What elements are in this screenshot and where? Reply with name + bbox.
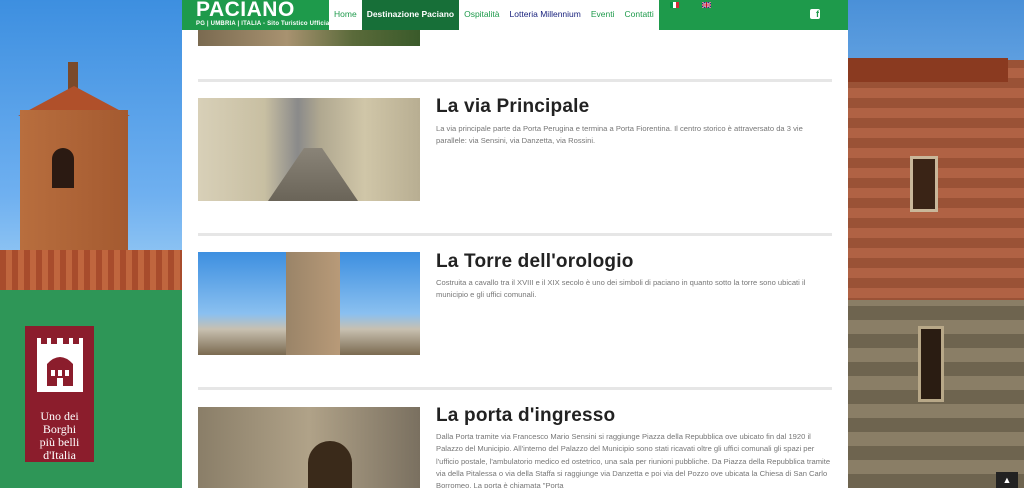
- borghi-badge[interactable]: Uno dei Borghi più belli d'Italia: [25, 326, 94, 462]
- flag-italy-icon[interactable]: [670, 2, 679, 8]
- borghi-text: Uno dei Borghi più belli d'Italia: [40, 410, 80, 462]
- building-window-lower: [918, 326, 944, 402]
- article-divider: [198, 387, 832, 390]
- article-text: Dalla Porta tramite via Francesco Mario …: [436, 432, 831, 488]
- article-text: La via principale parte da Porta Perugin…: [436, 124, 803, 146]
- tower-spire: [68, 62, 78, 90]
- nav-home[interactable]: Home: [329, 0, 362, 30]
- article-title[interactable]: La Torre dell'orologio: [436, 251, 634, 273]
- logo-subtitle: PG | UMBRIA | ITALIA - Sito Turistico Uf…: [196, 21, 335, 27]
- nav-ospitalita[interactable]: Ospitalità: [459, 0, 505, 30]
- site-logo[interactable]: PACIANO PG | UMBRIA | ITALIA - Sito Turi…: [196, 0, 335, 30]
- nav-destinazione-paciano[interactable]: Destinazione Paciano: [361, 0, 460, 30]
- article-title[interactable]: La via Principale: [436, 96, 589, 118]
- article-divider: [198, 79, 832, 82]
- nav-lotteria-millennium[interactable]: Lotteria Millennium: [504, 0, 586, 30]
- flag-uk-icon[interactable]: [702, 2, 711, 8]
- nav-eventi[interactable]: Eventi: [585, 0, 620, 30]
- article-image-torre-orologio[interactable]: [198, 252, 420, 355]
- badge-line-4: d'Italia: [43, 448, 76, 462]
- article-image-porta-ingresso[interactable]: [198, 407, 420, 488]
- main-nav: Home Destinazione Paciano Ospitalità Lot…: [329, 0, 659, 30]
- article-text: Costruita a cavallo tra il XVIII e il XI…: [436, 278, 806, 300]
- bell-window: [52, 148, 74, 188]
- bell-tower: [20, 110, 128, 260]
- article-image-previous[interactable]: [198, 30, 420, 46]
- article-divider: [198, 233, 832, 236]
- background-right-photo: [848, 0, 1024, 488]
- facebook-icon[interactable]: f: [810, 9, 820, 19]
- building-window: [910, 156, 938, 212]
- nav-contatti[interactable]: Contatti: [619, 0, 659, 30]
- chevron-up-icon: ▲: [1002, 475, 1012, 485]
- article-title[interactable]: La porta d'ingresso: [436, 405, 615, 427]
- building-roof: [848, 58, 1008, 82]
- scroll-top-button[interactable]: ▲: [996, 472, 1018, 488]
- logo-title: PACIANO: [196, 0, 295, 21]
- site-header: PACIANO PG | UMBRIA | ITALIA - Sito Turi…: [182, 0, 848, 30]
- castle-emblem-icon: [36, 338, 83, 392]
- article-image-via-principale[interactable]: [198, 98, 420, 201]
